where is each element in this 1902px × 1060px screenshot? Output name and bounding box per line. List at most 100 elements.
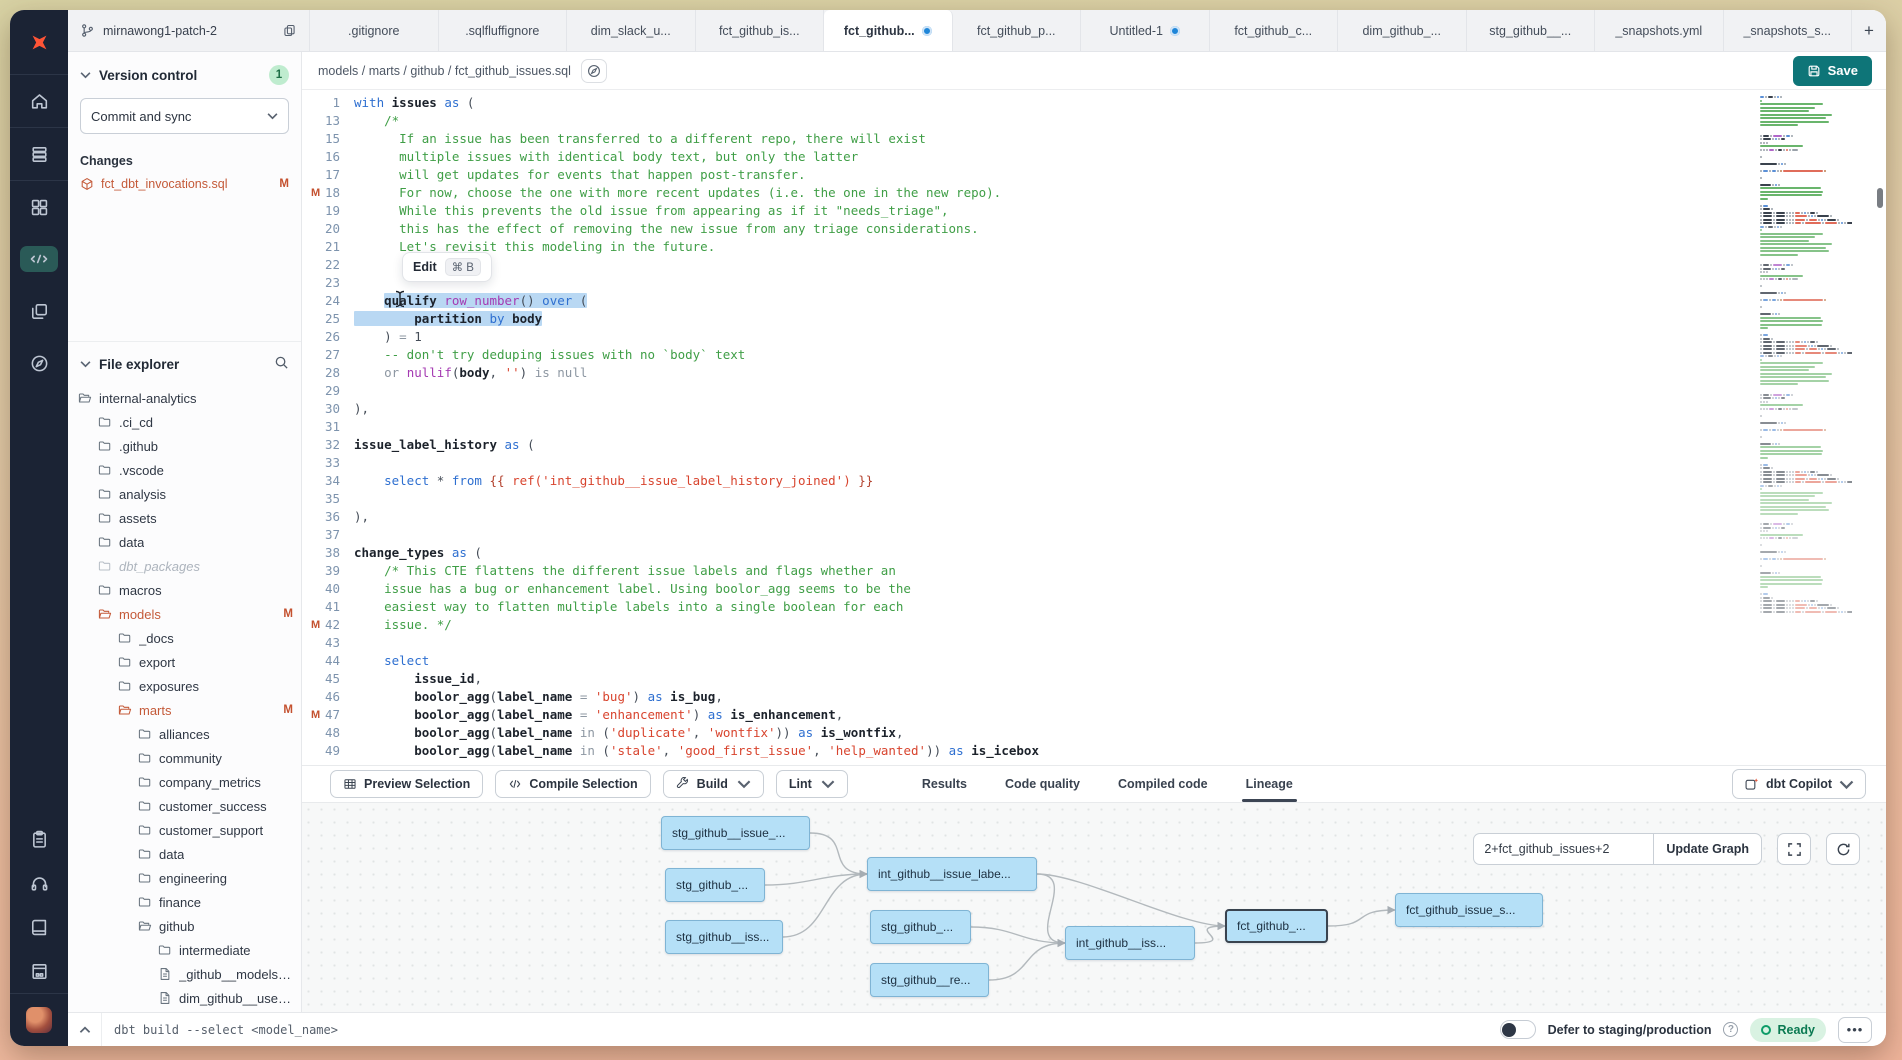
folder-item-assets[interactable]: assets (68, 506, 301, 530)
folder-item-engineering[interactable]: engineering (68, 866, 301, 890)
file-tab-fct_github...[interactable]: fct_github... (824, 10, 953, 51)
tab-compiled-code[interactable]: Compiled code (1118, 766, 1208, 802)
lineage-node-stg_github_[interactable]: stg_github_... (665, 868, 765, 902)
code-line-38[interactable]: 38change_types as ( (302, 544, 1886, 562)
help-icon[interactable]: ? (1723, 1022, 1738, 1037)
folder-item-.github[interactable]: .github (68, 434, 301, 458)
code-line-47[interactable]: M47 boolor_agg(label_name = 'enhancement… (302, 706, 1886, 724)
code-line-34[interactable]: 34 select * from {{ ref('int_github__iss… (302, 472, 1886, 490)
code-line-29[interactable]: 29 (302, 382, 1886, 400)
file-tab-dim_github_...[interactable]: dim_github_... (1338, 10, 1467, 51)
file-tab-.gitignore[interactable]: .gitignore (310, 10, 439, 51)
sql-code-editor[interactable]: Edit ⌘ B 1with issues as (13 /*15 If an … (302, 90, 1886, 765)
folder-item-marts[interactable]: martsM (68, 698, 301, 722)
lineage-node-stg_github__re[interactable]: stg_github__re... (870, 963, 989, 997)
code-line-36[interactable]: 36), (302, 508, 1886, 526)
folder-item-_docs[interactable]: _docs (68, 626, 301, 650)
defer-toggle[interactable] (1500, 1020, 1536, 1039)
folder-item-finance[interactable]: finance (68, 890, 301, 914)
code-line-45[interactable]: 45 issue_id, (302, 670, 1886, 688)
code-line-35[interactable]: 35 (302, 490, 1886, 508)
code-line-1[interactable]: 1with issues as ( (302, 94, 1886, 112)
file-tab-fct_github_c...[interactable]: fct_github_c... (1210, 10, 1339, 51)
code-line-33[interactable]: 33 (302, 454, 1886, 472)
file-tab-fct_github_p...[interactable]: fct_github_p... (953, 10, 1082, 51)
folder-item-company_metrics[interactable]: company_metrics (68, 770, 301, 794)
explore-compass-icon[interactable] (10, 337, 68, 389)
code-editor-icon[interactable] (10, 233, 68, 285)
folder-item-.vscode[interactable]: .vscode (68, 458, 301, 482)
edit-popup[interactable]: Edit ⌘ B (402, 252, 492, 282)
refresh-graph-button[interactable] (1826, 833, 1860, 865)
tab-lineage[interactable]: Lineage (1246, 766, 1293, 802)
code-line-25[interactable]: 25 partition by body (302, 310, 1886, 328)
code-line-39[interactable]: 39 /* This CTE flattens the different is… (302, 562, 1886, 580)
home-icon[interactable] (10, 75, 68, 127)
file-tab-_snapshots.yml[interactable]: _snapshots.yml (1595, 10, 1724, 51)
code-line-43[interactable]: 43 (302, 634, 1886, 652)
file-tab-.sqlfluffignore[interactable]: .sqlfluffignore (439, 10, 568, 51)
code-line-17[interactable]: 17 will get updates for events that happ… (302, 166, 1886, 184)
folder-item-dbt_packages[interactable]: dbt_packages (68, 554, 301, 578)
version-control-header[interactable]: Version control 1 (68, 52, 301, 94)
folder-item-internal-analytics[interactable]: internal-analytics (68, 386, 301, 410)
lineage-node-fct_github_[interactable]: fct_github_... (1225, 909, 1328, 943)
lint-button[interactable]: Lint (776, 770, 848, 798)
code-line-22[interactable]: 22 (302, 256, 1886, 274)
file-tab-dim_slack_u...[interactable]: dim_slack_u... (567, 10, 696, 51)
folder-item-models[interactable]: modelsM (68, 602, 301, 626)
code-line-21[interactable]: 21 Let's revisit this modeling in the fu… (302, 238, 1886, 256)
folder-item-analysis[interactable]: analysis (68, 482, 301, 506)
folder-item-macros[interactable]: macros (68, 578, 301, 602)
code-line-16[interactable]: 16 multiple issues with identical body t… (302, 148, 1886, 166)
lineage-node-stg_github__iss[interactable]: stg_github__iss... (665, 920, 783, 954)
more-options-button[interactable]: ••• (1838, 1017, 1872, 1043)
user-avatar[interactable] (10, 994, 68, 1046)
support-headset-icon[interactable] (10, 861, 68, 905)
dbt-command-input[interactable]: dbt build --select <model_name> (114, 1023, 338, 1037)
code-line-28[interactable]: 28 or nullif(body, '') is null (302, 364, 1886, 382)
folder-item-.ci_cd[interactable]: .ci_cd (68, 410, 301, 434)
code-line-46[interactable]: 46 boolor_agg(label_name = 'bug') as is_… (302, 688, 1886, 706)
folder-item-customer_support[interactable]: customer_support (68, 818, 301, 842)
dbt-copilot-button[interactable]: dbt Copilot (1732, 769, 1866, 799)
fullscreen-button[interactable] (1777, 833, 1811, 865)
code-line-31[interactable]: 31 (302, 418, 1886, 436)
organization-building-icon[interactable] (10, 949, 68, 993)
code-line-18[interactable]: M18 For now, choose the one with more re… (302, 184, 1886, 202)
file-tab-_snapshots_s...[interactable]: _snapshots_s... (1724, 10, 1853, 51)
breadcrumb[interactable]: models / marts / github / fct_github_iss… (318, 64, 571, 78)
edit-popup-label[interactable]: Edit (413, 260, 437, 274)
file-tab-untitled-1[interactable]: Untitled-1 (1081, 10, 1210, 51)
update-graph-button[interactable]: Update Graph (1653, 833, 1762, 865)
code-line-27[interactable]: 27 -- don't try deduping issues with no … (302, 346, 1886, 364)
orchestration-windows-icon[interactable] (10, 285, 68, 337)
code-line-20[interactable]: 20 this has the effect of removing the n… (302, 220, 1886, 238)
tab-results[interactable]: Results (922, 766, 967, 802)
code-line-44[interactable]: 44 select (302, 652, 1886, 670)
expand-command-bar-button[interactable] (68, 1013, 102, 1046)
dashboards-grid-icon[interactable] (10, 181, 68, 233)
new-tab-button[interactable]: + (1852, 10, 1886, 51)
code-line-19[interactable]: 19 While this prevents the old issue fro… (302, 202, 1886, 220)
build-button[interactable]: Build (663, 770, 764, 798)
lineage-node-stg_github_[interactable]: stg_github_... (870, 910, 971, 944)
code-line-42[interactable]: M42 issue. */ (302, 616, 1886, 634)
code-line-26[interactable]: 26 ) = 1 (302, 328, 1886, 346)
file-tab-stg_github__...[interactable]: stg_github__... (1467, 10, 1596, 51)
folder-item-alliances[interactable]: alliances (68, 722, 301, 746)
folder-item-exposures[interactable]: exposures (68, 674, 301, 698)
docs-book-icon[interactable] (10, 905, 68, 949)
lineage-node-int_github__issue_labe[interactable]: int_github__issue_labe... (867, 857, 1037, 891)
code-line-48[interactable]: 48 boolor_agg(label_name in ('duplicate'… (302, 724, 1886, 742)
code-line-23[interactable]: 23 (302, 274, 1886, 292)
projects-tray-icon[interactable] (10, 128, 68, 180)
copilot-file-action-button[interactable] (581, 59, 607, 83)
lineage-node-fct_github_issue_s[interactable]: fct_github_issue_s... (1395, 893, 1543, 927)
tab-code-quality[interactable]: Code quality (1005, 766, 1080, 802)
compile-selection-button[interactable]: Compile Selection (495, 770, 650, 798)
code-line-41[interactable]: 41 easiest way to flatten multiple label… (302, 598, 1886, 616)
lineage-node-stg_github__issue_[interactable]: stg_github__issue_... (661, 816, 810, 850)
preview-selection-button[interactable]: Preview Selection (330, 770, 483, 798)
folder-item-data[interactable]: data (68, 530, 301, 554)
